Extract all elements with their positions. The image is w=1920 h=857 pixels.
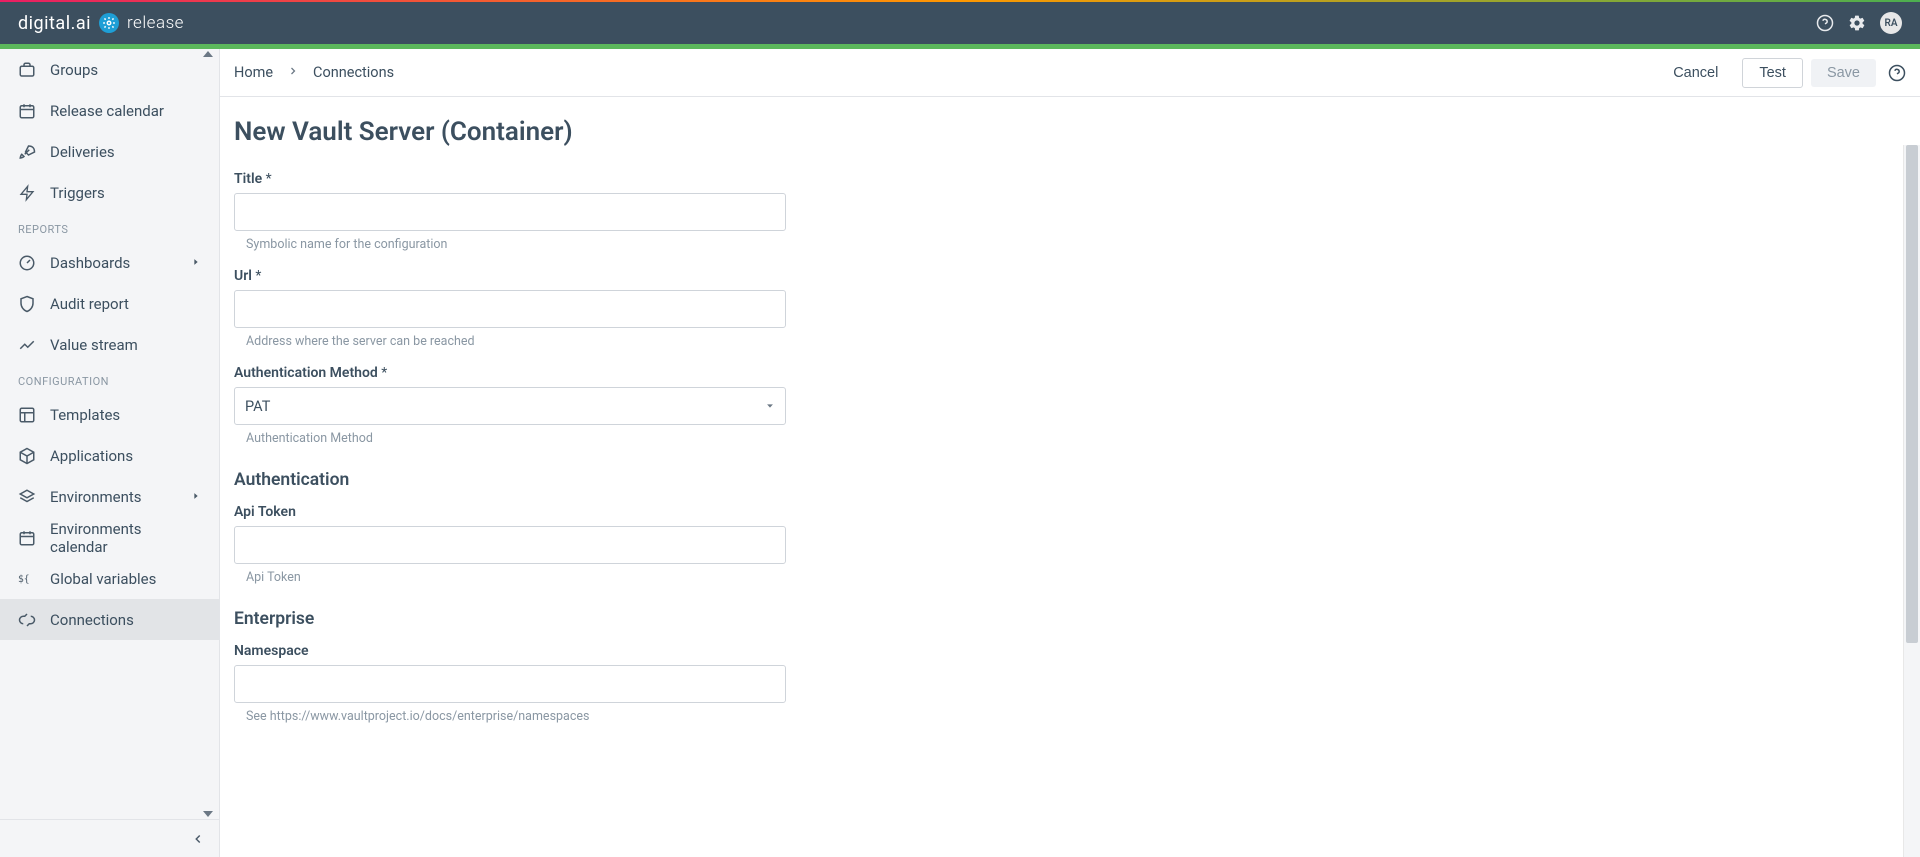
chevron-right-icon — [287, 64, 299, 81]
sidebar-item-release-calendar[interactable]: Release calendar — [0, 90, 219, 131]
calendar-icon — [18, 529, 36, 547]
api-token-input[interactable] — [234, 526, 786, 564]
toolbar: Home Connections Cancel Test Save — [220, 49, 1920, 97]
section-header-reports: REPORTS — [0, 213, 219, 242]
chevron-right-icon — [191, 255, 201, 271]
plug-icon — [18, 611, 36, 629]
nav-label: Dashboards — [50, 254, 177, 272]
svg-text:${: ${ — [18, 574, 30, 585]
section-enterprise: Enterprise — [234, 609, 1026, 629]
sidebar: Groups Release calendar Deliveries Trigg… — [0, 49, 220, 857]
sidebar-item-groups[interactable]: Groups — [0, 49, 219, 90]
nav-label: Environments — [50, 488, 177, 506]
url-input[interactable] — [234, 290, 786, 328]
vertical-scrollbar[interactable] — [1903, 145, 1920, 857]
nav-label: Environments calendar — [50, 520, 201, 556]
sidebar-item-templates[interactable]: Templates — [0, 394, 219, 435]
brand: digital.ai release — [18, 13, 184, 34]
breadcrumb-connections[interactable]: Connections — [313, 64, 394, 81]
sidebar-collapse-button[interactable] — [0, 819, 219, 857]
nav-label: Value stream — [50, 336, 201, 354]
rocket-icon — [18, 143, 36, 161]
dollar-braces-icon: ${ — [18, 570, 36, 588]
sidebar-item-triggers[interactable]: Triggers — [0, 172, 219, 213]
main: Home Connections Cancel Test Save New Va… — [220, 49, 1920, 857]
nav-label: Templates — [50, 406, 201, 424]
section-header-configuration: CONFIGURATION — [0, 365, 219, 394]
api-token-label: Api Token — [234, 504, 1026, 520]
help-icon[interactable] — [1888, 64, 1906, 82]
auth-method-value: PAT — [245, 398, 270, 415]
breadcrumb-home[interactable]: Home — [234, 64, 273, 81]
briefcase-icon — [18, 61, 36, 79]
stack-icon — [18, 488, 36, 506]
chevron-right-icon — [191, 489, 201, 505]
url-help: Address where the server can be reached — [246, 334, 1026, 349]
scroll-down-indicator[interactable] — [203, 811, 213, 817]
auth-method-label: Authentication Method * — [234, 365, 1026, 381]
api-token-help: Api Token — [246, 570, 1026, 585]
sidebar-item-dashboards[interactable]: Dashboards — [0, 242, 219, 283]
brand-product: release — [127, 13, 184, 33]
nav-label: Global variables — [50, 570, 201, 588]
nav-label: Groups — [50, 61, 201, 79]
trend-icon — [18, 336, 36, 354]
nav-label: Applications — [50, 447, 201, 465]
sidebar-item-connections[interactable]: Connections — [0, 599, 219, 640]
auth-method-help: Authentication Method — [246, 431, 1026, 446]
title-input[interactable] — [234, 193, 786, 231]
sidebar-item-applications[interactable]: Applications — [0, 435, 219, 476]
cube-icon — [18, 447, 36, 465]
page-title: New Vault Server (Container) — [234, 117, 1026, 147]
url-label: Url * — [234, 268, 1026, 284]
sidebar-item-value-stream[interactable]: Value stream — [0, 324, 219, 365]
namespace-help: See https://www.vaultproject.io/docs/ent… — [246, 709, 1026, 724]
scrollbar-thumb[interactable] — [1906, 145, 1918, 643]
avatar[interactable]: RA — [1880, 12, 1902, 34]
namespace-label: Namespace — [234, 643, 1026, 659]
caret-down-icon — [765, 398, 775, 415]
gauge-icon — [18, 254, 36, 272]
save-button[interactable]: Save — [1811, 59, 1876, 87]
nav-label: Release calendar — [50, 102, 201, 120]
sidebar-item-deliveries[interactable]: Deliveries — [0, 131, 219, 172]
breadcrumb: Home Connections — [234, 64, 394, 81]
brand-name: digital.ai — [18, 13, 91, 34]
auth-method-select[interactable]: PAT — [234, 387, 786, 425]
nav-label: Connections — [50, 611, 201, 629]
sidebar-item-environments[interactable]: Environments — [0, 476, 219, 517]
title-help: Symbolic name for the configuration — [246, 237, 1026, 252]
help-icon[interactable] — [1816, 14, 1834, 32]
sidebar-item-global-variables[interactable]: ${ Global variables — [0, 558, 219, 599]
cancel-button[interactable]: Cancel — [1657, 59, 1734, 87]
title-label: Title * — [234, 171, 1026, 187]
bolt-icon — [18, 184, 36, 202]
calendar-icon — [18, 102, 36, 120]
brand-icon — [99, 13, 119, 33]
nav-label: Deliveries — [50, 143, 201, 161]
sidebar-item-audit-report[interactable]: Audit report — [0, 283, 219, 324]
nav-label: Audit report — [50, 295, 201, 313]
gear-icon[interactable] — [1848, 14, 1866, 32]
namespace-input[interactable] — [234, 665, 786, 703]
topbar: digital.ai release RA — [0, 2, 1920, 44]
test-button[interactable]: Test — [1742, 58, 1803, 88]
template-icon — [18, 406, 36, 424]
shield-icon — [18, 295, 36, 313]
section-authentication: Authentication — [234, 470, 1026, 490]
nav-label: Triggers — [50, 184, 201, 202]
sidebar-item-environments-calendar[interactable]: Environments calendar — [0, 517, 219, 558]
